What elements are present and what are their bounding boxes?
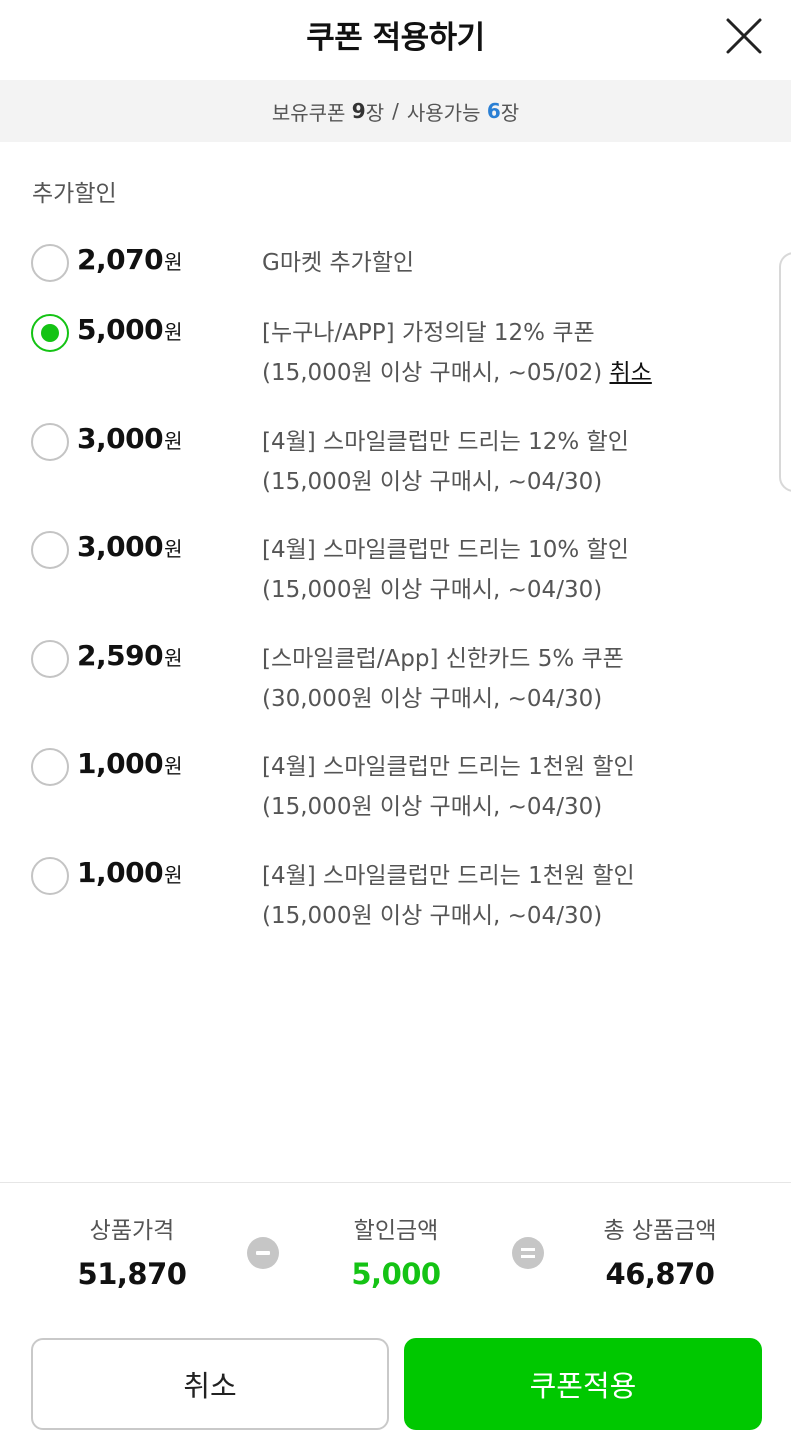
minus-circle-icon [247,1237,279,1269]
product-price-value: 51,870 [77,1257,187,1291]
coupon-amount: 2,590원 [77,638,182,672]
price-summary-footer: 상품가격 51,870 할인금액 5,000 총 상품금액 46,870 취소 … [0,1182,791,1439]
coupon-option[interactable]: 2,590원 [스마일클럽/App] 신한카드 5% 쿠폰 (30,000원 이상… [0,631,791,740]
product-price-label: 상품가격 [89,1218,175,1244]
coupon-description: [4월] 스마일클럽만 드리는 1천원 할인 (15,000원 이상 구매시, ~… [262,862,635,929]
coupon-amount: 3,000원 [77,530,182,563]
coupon-description: [4월] 스마일클럽만 드리는 1천원 할인 (15,000원 이상 구매시, ~… [262,754,635,820]
coupon-amount: 3,000원 [77,421,182,455]
coupon-option[interactable]: 5,000원 [누구나/APP] 가정의달 12% 쿠폰 (15,000원 이상 … [0,305,791,414]
coupon-description: [스마일클럽/App] 신한카드 5% 쿠폰 (30,000원 이상 구매시, ~… [262,645,624,712]
coupon-amount: 2,070원 [77,243,182,276]
coupon-description: G마켓 추가할인 [262,250,415,276]
coupon-amount: 5,000원 [77,313,182,346]
close-icon[interactable] [724,16,764,56]
coupon-option[interactable]: 3,000원 [4월] 스마일클럽만 드리는 10% 할인 (15,000원 이상… [0,522,791,631]
coupon-count-bar: 보유쿠폰 9 장 / 사용가능 6장 [0,80,791,142]
count-separator: / [392,99,399,123]
scrollbar[interactable] [779,252,791,492]
usable-label: 사용가능 [406,100,481,125]
section-title-extra-discount: 추가할인 [32,181,117,207]
coupon-option[interactable]: 2,070원 G마켓 추가할인 [0,235,791,305]
product-price: 상품가격 51,870 [32,1211,232,1291]
modal-title: 쿠폰 적용하기 [306,20,485,56]
coupon-radio[interactable] [31,244,69,282]
coupon-description: [4월] 스마일클럽만 드리는 12% 할인 (15,000원 이상 구매시, ~… [262,428,629,495]
coupon-description: [4월] 스마일클럽만 드리는 10% 할인 (15,000원 이상 구매시, ~… [262,537,629,603]
total-price-label: 총 상품금액 [603,1218,717,1244]
coupon-radio-selected[interactable] [31,314,69,352]
coupon-radio[interactable] [31,856,69,895]
coupon-radio[interactable] [31,531,69,569]
discount-amount-label: 할인금액 [353,1218,439,1244]
apply-coupon-button[interactable]: 쿠폰적용 [404,1338,762,1430]
owned-label: 보유쿠폰 [271,100,346,125]
owned-unit: 장 [365,100,385,125]
coupon-cancel-link[interactable]: 취소 [610,360,652,386]
discount-amount-value: 5,000 [351,1257,441,1291]
usable-count: 6 [486,99,501,123]
coupon-option[interactable]: 1,000원 [4월] 스마일클럽만 드리는 1천원 할인 (15,000원 이상… [0,848,791,957]
coupon-amount: 1,000원 [77,855,182,889]
coupon-option[interactable]: 1,000원 [4월] 스마일클럽만 드리는 1천원 할인 (15,000원 이상… [0,739,791,848]
modal-header: 쿠폰 적용하기 [0,0,791,80]
coupon-amount: 1,000원 [77,747,182,780]
equals-circle-icon [512,1237,544,1269]
usable-unit: 장 [500,100,520,125]
coupon-radio[interactable] [31,422,69,461]
coupon-option[interactable]: 3,000원 [4월] 스마일클럽만 드리는 12% 할인 (15,000원 이상… [0,414,791,523]
discount-amount: 할인금액 5,000 [296,1211,496,1291]
coupon-radio[interactable] [31,748,69,786]
total-price-value: 46,870 [605,1257,715,1291]
coupon-radio[interactable] [31,639,69,678]
coupon-list: 2,070원 G마켓 추가할인 5,000원 [누구나/APP] 가정의달 12… [0,235,791,956]
owned-count: 9 [351,99,366,123]
coupon-description: [누구나/APP] 가정의달 12% 쿠폰 (15,000원 이상 구매시, ~0… [262,320,652,386]
total-price: 총 상품금액 46,870 [560,1211,760,1291]
cancel-button[interactable]: 취소 [31,1338,389,1430]
